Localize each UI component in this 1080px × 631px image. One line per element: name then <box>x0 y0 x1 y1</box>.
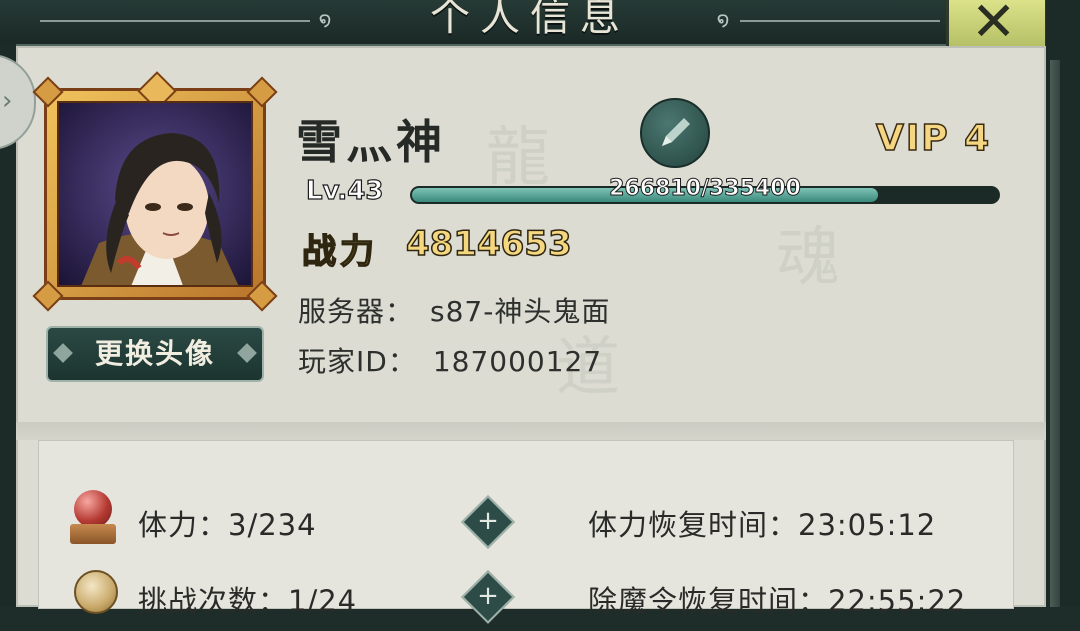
header-bar: ໑ ໑ 个人信息 <box>0 0 1080 46</box>
player-id-info: 玩家ID： 187000127 <box>298 340 602 380</box>
right-rail <box>1046 0 1080 607</box>
player-id-label: 玩家ID： <box>298 345 417 378</box>
section-divider <box>16 422 1046 440</box>
challenge-count: 挑战次数：1/24 <box>138 584 358 618</box>
challenge-token-icon <box>70 570 118 626</box>
change-avatar-label: 更换头像 <box>94 337 215 370</box>
player-id-value: 187000127 <box>432 345 603 378</box>
stamina-count: 体力：3/234 <box>138 508 317 542</box>
edit-name-button[interactable] <box>640 98 710 168</box>
plus-icon: + <box>477 506 499 536</box>
pencil-icon <box>662 118 690 146</box>
header-line-right <box>740 20 940 22</box>
server-label: 服务器： <box>298 295 415 328</box>
xp-progress-bar <box>410 186 1000 204</box>
avatar-portrait <box>57 101 253 287</box>
stamina-recover-time: 体力恢复时间：23:05:12 <box>588 508 937 542</box>
swirl-ornament-icon: ໑ <box>716 7 730 31</box>
diamond-ornament-icon <box>53 343 73 363</box>
character-portrait-icon <box>59 103 251 285</box>
xp-progress-fill <box>412 188 878 202</box>
background-calligraphy: 魂 <box>776 221 840 295</box>
avatar[interactable] <box>32 71 278 312</box>
plus-icon: + <box>477 581 499 611</box>
power-label: 战力 <box>301 231 378 273</box>
change-avatar-button[interactable]: 更换头像 <box>46 326 264 382</box>
power-value: 4814653 <box>405 223 572 265</box>
server-value: s87-神头鬼面 <box>430 295 611 328</box>
page-title: 个人信息 <box>430 0 630 40</box>
chevron-right-icon: › <box>2 86 13 116</box>
player-name: 雪灬神 <box>296 115 446 169</box>
swirl-ornament-icon: ໑ <box>318 7 332 31</box>
challenge-recover-time: 除魔令恢复时间：22:55:22 <box>588 584 967 618</box>
header-line-left <box>40 20 310 22</box>
player-level: Lv.43 <box>305 175 384 206</box>
stamina-orb-icon <box>70 490 116 546</box>
server-info: 服务器： s87-神头鬼面 <box>298 290 610 330</box>
diamond-ornament-icon <box>237 343 257 363</box>
vip-badge: VIP 4 <box>875 117 992 160</box>
background-calligraphy: 龍 <box>486 121 550 195</box>
